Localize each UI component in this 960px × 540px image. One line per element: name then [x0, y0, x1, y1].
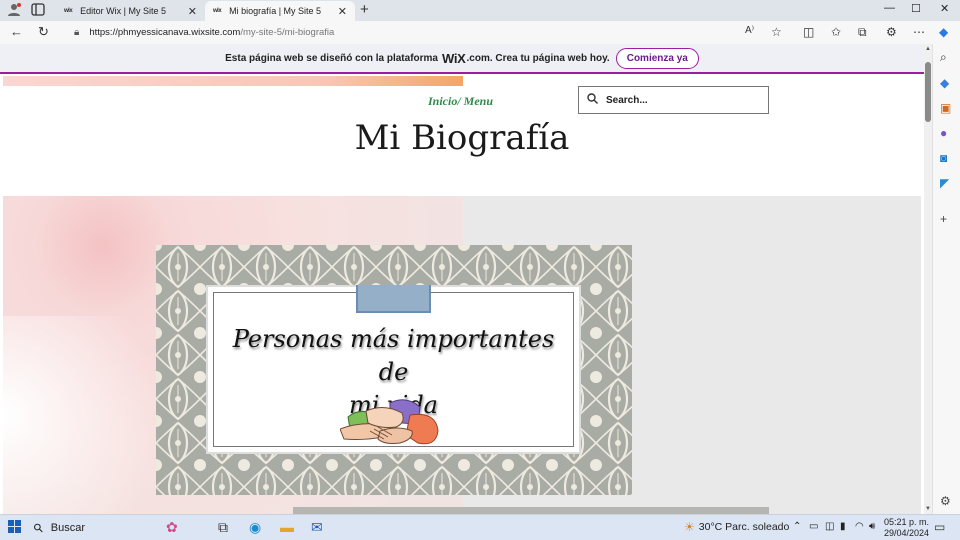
system-clock[interactable]: 05:21 p. m. 29/04/2024	[884, 517, 929, 539]
close-tab-icon[interactable]: ✕	[188, 5, 197, 18]
address-toolbar: ← ↻ 🔒︎ https://phmyessicanava.wixsite.co…	[0, 21, 960, 44]
card-caption-line-1: Personas más importantes de	[232, 325, 555, 386]
widgets-icon[interactable]: ✿	[166, 519, 178, 536]
wix-promo-banner: Esta página web se diseñó con la platafo…	[0, 44, 924, 74]
sidebar-shopping-icon[interactable]: ◆	[940, 76, 949, 90]
mail-icon[interactable]: ✉	[311, 519, 323, 536]
refresh-icon[interactable]: ↻	[38, 24, 49, 40]
tab-editor-wix[interactable]: wix Editor Wix | My Site 5 ✕	[56, 1, 205, 21]
read-aloud-icon[interactable]: A⁾	[745, 25, 754, 36]
tray-display-icon[interactable]: ◫	[825, 521, 834, 532]
battery-icon[interactable]: ▮	[840, 521, 846, 532]
lock-icon[interactable]: 🔒︎	[74, 27, 79, 38]
wix-favicon-icon: wix	[213, 8, 222, 14]
show-hidden-icons-icon[interactable]: ⌃	[793, 521, 801, 532]
site-search-input[interactable]	[606, 94, 756, 106]
wix-logo: WiX	[441, 50, 466, 66]
windows-taskbar: ⚲ Buscar ✿ ⧉ ◉ ▬ ✉ ☀ 30°C Parc. soleado …	[0, 514, 960, 540]
taskbar-search-label: Buscar	[50, 522, 86, 534]
comienza-ya-button[interactable]: Comienza ya	[615, 47, 699, 69]
weather-widget[interactable]: ☀ 30°C Parc. soleado	[684, 520, 789, 534]
file-explorer-icon[interactable]: ▬	[280, 519, 294, 535]
sidebar-add-icon[interactable]: +	[940, 212, 947, 226]
scrollbar-thumb[interactable]	[925, 62, 931, 122]
sidebar-outlook-icon[interactable]: ◙	[940, 151, 947, 165]
sidebar-tools-icon[interactable]: ▣	[940, 101, 951, 115]
tab-actions-icon[interactable]	[31, 3, 47, 17]
clock-time: 05:21 p. m.	[884, 517, 930, 527]
page-title: Mi Biografía	[354, 118, 570, 158]
volume-icon[interactable]: 🔊︎	[869, 521, 875, 532]
task-view-icon[interactable]: ⧉	[218, 519, 228, 536]
blue-label-tab	[356, 285, 431, 313]
extensions-icon[interactable]: ⚙	[886, 25, 897, 39]
new-tab-button[interactable]: +	[360, 1, 369, 18]
weather-icon: ☀	[684, 520, 695, 534]
sidebar-telegram-icon[interactable]: ◤	[940, 176, 949, 190]
sidebar-settings-icon[interactable]: ⚙	[940, 494, 951, 508]
wix-favicon-icon: wix	[64, 8, 73, 14]
search-icon	[587, 93, 598, 107]
stacked-hands-illustration	[340, 399, 439, 445]
edge-browser-icon[interactable]: ◉	[249, 519, 261, 536]
tab-mi-biografia[interactable]: wix Mi biografía | My Site 5 ✕	[205, 1, 355, 21]
weather-text: 30°C Parc. soleado	[698, 521, 790, 533]
maximize-button[interactable]: ☐	[911, 2, 921, 15]
site-header: Inicio/ Menu Mi Biografía	[3, 76, 921, 194]
close-tab-icon[interactable]: ✕	[338, 5, 347, 18]
more-options-icon[interactable]: ⋯	[913, 25, 925, 39]
sidebar-games-icon[interactable]: ●	[940, 126, 947, 140]
back-arrow-icon[interactable]: ←	[10, 24, 23, 39]
copilot-icon[interactable]: ◆	[939, 25, 948, 39]
minimize-button[interactable]: —	[884, 2, 895, 14]
favorite-star-icon[interactable]: ☆	[771, 25, 782, 39]
white-wash	[3, 316, 173, 514]
clock-date: 29/04/2024	[884, 528, 930, 538]
biography-image-card[interactable]: Personas más importantes de mi vida	[156, 245, 632, 495]
browser-tab-strip: wix Editor Wix | My Site 5 ✕ wix Mi biog…	[0, 0, 960, 21]
banner-text: Esta página web se diseñó con la platafo…	[225, 52, 438, 64]
banner-text-after: .com. Crea tu página web hoy.	[466, 52, 610, 64]
url-host: https://phmyessicanava.wixsite.com	[89, 26, 241, 38]
tab-title: Editor Wix | My Site 5	[80, 6, 167, 16]
wifi-icon[interactable]: ◠	[855, 521, 864, 532]
address-bar[interactable]: 🔒︎ https://phmyessicanava.wixsite.com /m…	[66, 22, 796, 42]
site-search-box[interactable]	[578, 86, 769, 114]
favorites-icon[interactable]: ✩	[831, 25, 841, 39]
web-page: Esta página web se diseñó con la platafo…	[0, 44, 924, 514]
collections-icon[interactable]: ⧉	[858, 25, 867, 40]
profile-icon[interactable]	[6, 3, 22, 17]
close-window-button[interactable]: ✕	[940, 2, 949, 15]
tray-app-icon[interactable]: ▭	[809, 521, 818, 532]
windows-start-icon[interactable]	[8, 520, 21, 536]
site-menu-link[interactable]: Inicio/ Menu	[428, 94, 493, 109]
search-icon: ⚲	[30, 519, 47, 537]
split-screen-icon[interactable]: ◫	[803, 25, 814, 39]
edge-sidebar: ⌕ ◆ ▣ ● ◙ ◤ + ⚙	[932, 44, 960, 514]
page-scrollbar[interactable]: ▲ ▼	[924, 44, 932, 514]
notifications-icon[interactable]: ▭	[934, 520, 945, 534]
next-section-strip	[293, 507, 769, 514]
sidebar-search-icon[interactable]: ⌕	[940, 50, 947, 65]
decorative-strip	[3, 76, 463, 86]
taskbar-search[interactable]: ⚲ Buscar	[30, 515, 159, 540]
tab-title: Mi biografía | My Site 5	[229, 6, 322, 16]
scroll-down-icon[interactable]: ▼	[925, 506, 931, 512]
url-path: /my-site-5/mi-biografia	[240, 26, 335, 38]
scroll-up-icon[interactable]: ▲	[925, 46, 931, 52]
